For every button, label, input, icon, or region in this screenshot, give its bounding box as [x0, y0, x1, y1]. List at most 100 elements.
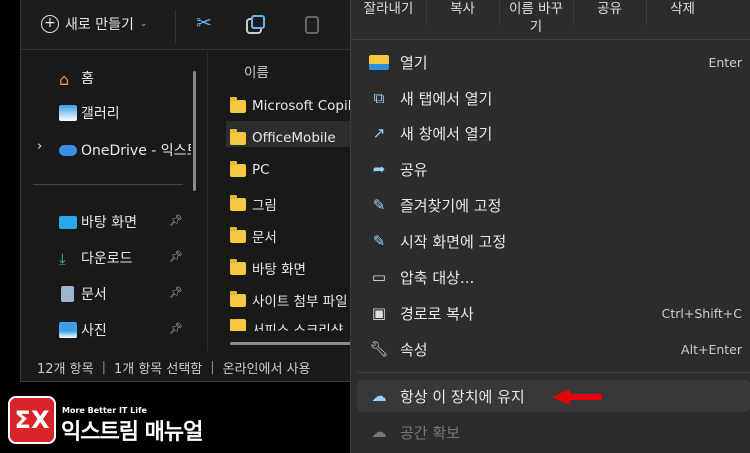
file-item[interactable]: 사이트 첨부 파일 — [230, 290, 348, 310]
paste-button[interactable] — [305, 16, 319, 34]
nav-label: 사진 — [81, 323, 107, 339]
new-label: 새로 만들기 — [65, 17, 134, 33]
copy-path-icon: ▣ — [371, 304, 387, 322]
menu-item-share[interactable]: ➦ 공유 — [351, 152, 750, 186]
menu-item-open[interactable]: 열기 Enter — [351, 45, 750, 79]
document-icon — [61, 286, 74, 302]
file-item[interactable]: 그림 — [230, 194, 277, 214]
menu-label: 즐겨찾기에 고정 — [400, 196, 502, 215]
folder-icon — [230, 194, 246, 211]
menu-label: 속성 — [400, 340, 428, 359]
file-item[interactable]: OfficeMobile — [230, 128, 336, 146]
file-name: 사이트 첨부 파일 — [252, 294, 348, 310]
divider — [175, 10, 176, 44]
nav-label: 홈 — [81, 71, 94, 87]
folder-open-icon — [369, 54, 389, 70]
item-count: 12개 항목 — [37, 361, 94, 377]
divider — [499, 0, 500, 26]
column-header-name[interactable]: 이름 — [244, 61, 269, 81]
copy-menu-button[interactable]: 복사 — [426, 0, 499, 18]
nav-item-downloads[interactable]: ⤓ 다운로드 — [59, 248, 133, 268]
horizontal-scrollbar[interactable] — [230, 342, 354, 345]
cloud-icon: ☁ — [371, 423, 387, 441]
folder-icon — [230, 128, 246, 145]
menu-item-copy-path[interactable]: ▣ 경로로 복사 Ctrl+Shift+C — [351, 296, 750, 330]
pin-icon[interactable]: 📌︎ — [169, 322, 183, 335]
pictures-icon — [59, 322, 77, 338]
delete-menu-button[interactable]: 삭제 — [646, 0, 719, 18]
file-name: 바탕 화면 — [252, 262, 306, 278]
logo-name: 익스트림 매뉴얼 — [61, 420, 203, 445]
nav-item-desktop[interactable]: 바탕 화면 — [59, 212, 137, 232]
menu-item-open-new-window[interactable]: ↗ 새 창에서 열기 — [351, 116, 750, 150]
selected-count: 1개 항목 선택함 — [113, 361, 203, 377]
expand-chevron-icon[interactable]: › — [37, 139, 42, 154]
nav-label: OneDrive - 익스트 — [81, 143, 191, 159]
nav-label: 다운로드 — [81, 251, 133, 267]
menu-item-pin-start[interactable]: ✎ 시작 화면에 고정 — [351, 224, 750, 258]
menu-label: 경로로 복사 — [400, 304, 474, 323]
menu-item-compress[interactable]: ▭ 압축 대상... — [351, 260, 750, 294]
scrollbar[interactable] — [193, 71, 196, 191]
nav-item-onedrive[interactable]: OneDrive - 익스트 — [59, 140, 191, 160]
red-arrow-annotation — [552, 389, 602, 405]
shortcut: Alt+Enter — [681, 341, 742, 357]
new-button[interactable]: + 새로 만들기 ⌄ — [41, 14, 147, 34]
nav-item-gallery[interactable]: 갤러리 — [59, 103, 120, 123]
share-menu-button[interactable]: 공유 — [573, 0, 646, 18]
menu-label: 공간 확보 — [400, 423, 460, 442]
nav-item-documents[interactable]: 문서 — [59, 284, 107, 304]
nav-item-pictures[interactable]: 사진 — [59, 320, 107, 340]
menu-item-open-new-tab[interactable]: ⧉ 새 탭에서 열기 — [351, 81, 750, 115]
download-icon: ⤓ — [59, 250, 66, 268]
file-item[interactable]: Microsoft Copilot — [230, 96, 354, 114]
nav-item-home[interactable]: ⌂ 홈 — [59, 68, 94, 89]
menu-item-free-up-space[interactable]: ☁ 공간 확보 — [351, 415, 750, 449]
folder-icon — [230, 96, 246, 113]
navigation-pane: ⌂ 홈 갤러리 › OneDrive - 익스트 바탕 화면 ⤓ 다운로드 문서 사… — [21, 51, 206, 351]
rename-menu-button[interactable]: 이름 바꾸기 — [506, 0, 566, 36]
cut-button[interactable]: ✂ — [196, 12, 212, 34]
folder-icon — [230, 160, 246, 177]
file-item[interactable]: 문서 — [230, 226, 277, 246]
menu-item-properties[interactable]: 🔧︎ 속성 Alt+Enter — [351, 332, 750, 366]
nav-label: 바탕 화면 — [81, 215, 137, 231]
file-name: 문서 — [252, 230, 277, 246]
pin-icon[interactable]: 📌︎ — [169, 286, 183, 299]
folder-icon — [230, 319, 246, 331]
pin-icon[interactable]: 📌︎ — [169, 214, 183, 227]
file-item[interactable]: 서피스 스크리샷 — [230, 319, 343, 331]
pin-icon: ✎ — [372, 232, 386, 250]
file-name: 서피스 스크리샷 — [252, 323, 344, 331]
availability-status: 온라인에서 사용 — [222, 361, 311, 377]
file-explorer-window: + 새로 만들기 ⌄ ✂ ⌂ 홈 갤러리 › OneDrive - 익스트 바탕 … — [20, 0, 355, 382]
divider — [357, 372, 750, 373]
status-bar: 12개 항목 | 1개 항목 선택함 | 온라인에서 사용 — [37, 359, 311, 377]
wrench-icon: 🔧︎ — [369, 340, 389, 358]
nav-label: 문서 — [81, 287, 107, 303]
folder-icon — [230, 258, 246, 275]
plus-circle-icon: + — [41, 15, 59, 33]
pin-icon[interactable]: 📌︎ — [169, 250, 183, 263]
menu-label: 새 창에서 열기 — [400, 124, 493, 143]
zip-folder-icon: ▭ — [371, 268, 387, 286]
cut-menu-button[interactable]: 잘라내기 — [351, 0, 426, 18]
share-icon: ➦ — [372, 160, 386, 178]
file-name: 그림 — [252, 198, 277, 214]
menu-label: 시작 화면에 고정 — [400, 232, 507, 251]
context-menu: 잘라내기 복사 이름 바꾸기 공유 삭제 열기 Enter ⧉ 새 탭에서 열기 ↗… — [350, 0, 750, 453]
file-item[interactable]: PC — [230, 160, 270, 178]
divider — [351, 39, 750, 40]
onedrive-icon — [59, 144, 77, 156]
folder-icon — [230, 290, 246, 307]
divider — [33, 184, 183, 185]
menu-item-pin-quick-access[interactable]: ✎ 즐겨찾기에 고정 — [351, 188, 750, 222]
gallery-icon — [59, 105, 77, 121]
command-bar: + 새로 만들기 ⌄ ✂ — [21, 0, 354, 50]
file-name: Microsoft Copilot — [252, 98, 354, 114]
menu-label: 열기 — [400, 53, 428, 72]
menu-label: 압축 대상... — [400, 268, 475, 287]
desktop-icon — [59, 215, 77, 229]
copy-button[interactable] — [251, 15, 265, 29]
file-item[interactable]: 바탕 화면 — [230, 258, 306, 278]
